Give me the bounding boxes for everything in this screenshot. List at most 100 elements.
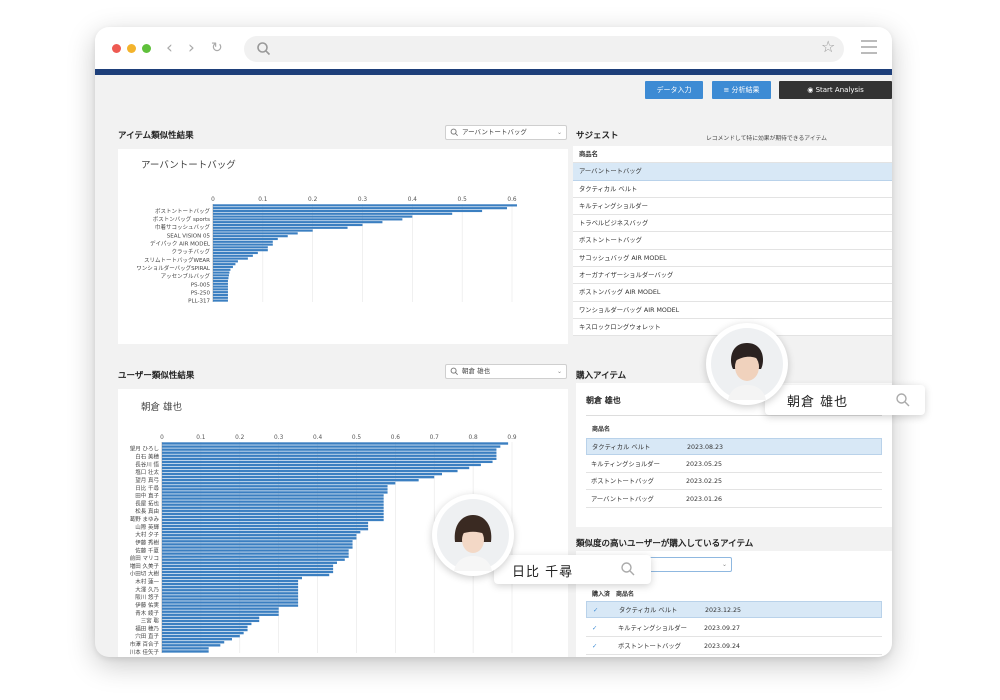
y-tick-label: 山際 英輝 — [135, 523, 159, 531]
bar — [162, 475, 435, 479]
purchased-row[interactable]: キルティングショルダー 2023.05.25 — [586, 456, 882, 473]
bar — [162, 604, 299, 607]
purchased-item-name: タクティカル ベルト — [592, 444, 651, 451]
bar — [162, 647, 209, 650]
maximize-window-button[interactable] — [142, 44, 151, 53]
x-tick-label: 0.6 — [391, 435, 401, 441]
suggest-row[interactable]: トラベルビジネスバッグ — [573, 215, 892, 233]
bar — [162, 644, 221, 647]
bar — [162, 460, 493, 464]
bar — [162, 503, 384, 506]
suggest-row[interactable]: アーバントートバッグ — [573, 163, 892, 181]
user-search-value: 朝倉 雄也 — [462, 367, 491, 375]
x-tick-label: 0.4 — [313, 435, 323, 441]
data-input-button[interactable]: データ入力 — [645, 81, 703, 99]
bar — [162, 442, 509, 445]
bar — [213, 243, 273, 246]
x-tick-label: 0.1 — [196, 435, 206, 441]
bar — [162, 540, 353, 543]
similar-item-name: ボストントートバッグ — [618, 643, 681, 650]
item-search-select[interactable]: アーバントートバッグ ⌄ — [445, 125, 567, 140]
chevron-down-icon: ⌄ — [556, 368, 562, 375]
similar-item-date: 2023.09.27 — [704, 624, 741, 632]
bar — [162, 552, 349, 555]
check-icon: ✓ — [593, 607, 599, 614]
bar — [162, 650, 209, 653]
reload-icon[interactable]: ↻ — [211, 37, 223, 59]
bar — [213, 277, 229, 280]
y-tick-label: 穴田 直子 — [135, 632, 159, 640]
suggest-row[interactable]: サコッシュバッグ AIR MODEL — [573, 249, 892, 268]
suggest-column-header: 商品名 — [573, 146, 892, 164]
similar-item-row[interactable]: ✓ キルティングショルダー 2023.09.27 — [586, 620, 882, 637]
purchased-item-date: 2023.08.23 — [687, 444, 724, 451]
suggest-row[interactable]: ボストンバッグ AIR MODEL — [573, 284, 892, 302]
suggest-table: 商品名 アーバントートバッグ タクティカル ベルト キルティングショルダー トラベルビ… — [573, 146, 892, 337]
bar — [162, 613, 279, 616]
y-tick-label: 青木 綾子 — [135, 609, 159, 617]
bar — [162, 509, 384, 512]
suggest-row[interactable]: タクティカル ベルト — [573, 180, 892, 198]
similar-item-row[interactable]: ✓ タクティカル ベルト 2023.12.25 — [586, 601, 882, 618]
similar-item-name: キルティングショルダー — [618, 624, 687, 632]
y-tick-label: ボストンバッグ sports — [153, 215, 210, 223]
suggest-row[interactable]: オーガナイザーショルダーバッグ — [573, 267, 892, 285]
play-circle-icon: ◉ — [807, 86, 816, 94]
address-bar[interactable] — [244, 36, 844, 62]
back-arrow-icon[interactable]: ‹ — [166, 37, 173, 59]
purchased-row[interactable]: タクティカル ベルト 2023.08.23 — [586, 438, 882, 455]
suggest-row[interactable]: ボストントートバッグ — [573, 232, 892, 250]
check-icon: ✓ — [592, 643, 598, 650]
bar — [213, 246, 268, 249]
y-tick-label: 巾着サコッシュバッグ — [155, 223, 211, 231]
bar — [162, 564, 334, 568]
bar — [162, 506, 384, 509]
bar — [162, 595, 299, 598]
col-name-header: 商品名 — [616, 591, 635, 598]
y-tick-label: 三宮 聡 — [141, 617, 160, 625]
y-tick-label: 日比 千尋 — [135, 484, 159, 492]
purchased-items-title: 購入アイテム — [576, 371, 627, 381]
search-icon — [257, 42, 271, 56]
x-tick-label: 0.2 — [308, 197, 318, 203]
user-search-card-1[interactable]: 朝倉 雄也 — [765, 385, 925, 415]
similar-user-select[interactable]: ⌄ — [646, 557, 732, 572]
similar-item-row[interactable]: ✓ ボストントートバッグ 2023.09.24 — [586, 638, 882, 655]
minimize-window-button[interactable] — [127, 44, 136, 53]
bar — [162, 469, 458, 473]
purchased-row[interactable]: ボストントートバッグ 2023.02.25 — [586, 473, 882, 490]
bar — [213, 240, 273, 243]
similar-item-name: タクティカル ベルト — [619, 607, 678, 614]
user-search-select[interactable]: 朝倉 雄也 ⌄ — [445, 364, 567, 379]
suggest-row[interactable]: キルティングショルダー — [573, 197, 892, 216]
forward-arrow-icon[interactable]: › — [188, 37, 195, 59]
bookmark-star-icon[interactable]: ☆ — [821, 37, 835, 56]
bar — [162, 515, 384, 519]
menu-icon[interactable] — [861, 40, 877, 58]
bar — [162, 491, 388, 494]
x-tick-label: 0.6 — [507, 197, 517, 203]
purchased-row[interactable]: アーバントートバッグ 2023.01.26 — [586, 491, 882, 508]
bar — [213, 293, 228, 297]
x-tick-label: 0.3 — [274, 435, 284, 441]
y-tick-label: 長屋 拓也 — [135, 499, 159, 507]
user-search-card-2[interactable]: 日比 千尋 — [494, 555, 651, 584]
purchased-item-date: 2023.05.25 — [686, 460, 723, 468]
start-analysis-button[interactable]: ◉ Start Analysis — [779, 81, 892, 99]
item-search-value: アーバントートバッグ — [462, 128, 527, 136]
similar-users-items-title: 類似度の高いユーザーが購入しているアイテム — [576, 539, 754, 549]
bar — [213, 207, 508, 210]
suggest-row[interactable]: ワンショルダーバッグ AIR MODEL — [573, 301, 892, 319]
col-purchased-header: 購入済 — [592, 591, 611, 598]
bar — [162, 592, 299, 595]
bar — [162, 616, 260, 619]
bar — [213, 209, 483, 213]
analysis-results-button[interactable]: ≡ 分析結果 — [712, 81, 771, 99]
purchased-item-date: 2023.02.25 — [686, 478, 723, 485]
purchased-item-name: ボストントートバッグ — [591, 478, 654, 485]
search-icon — [621, 562, 635, 576]
close-window-button[interactable] — [112, 44, 121, 53]
y-tick-label: 佐藤 千夏 — [135, 546, 159, 554]
bar — [162, 466, 470, 470]
chevron-down-icon: ⌄ — [556, 129, 562, 136]
